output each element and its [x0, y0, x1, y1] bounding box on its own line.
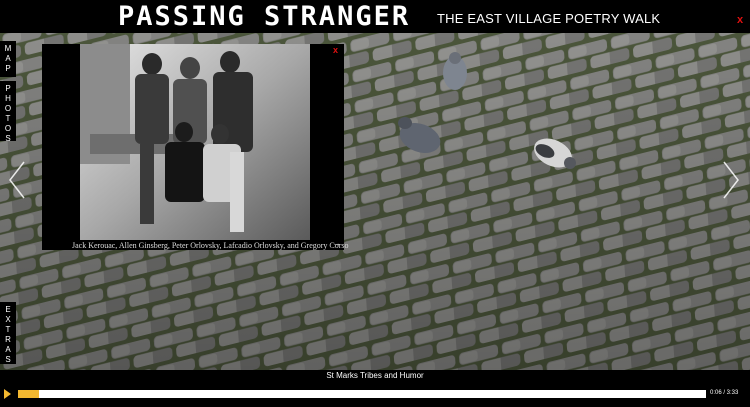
popup-close-icon[interactable]: x: [333, 45, 338, 55]
photo-caption: Jack Kerouac, Allen Ginsberg, Peter Orlo…: [72, 241, 349, 250]
historical-photo: [80, 44, 310, 240]
tab-extras[interactable]: EXTRAS: [0, 302, 16, 365]
arrow-right-icon[interactable]: →: [332, 238, 341, 248]
tab-map[interactable]: MAP: [0, 41, 16, 77]
time-display: 0:06 / 3:33: [710, 390, 739, 396]
tab-photos[interactable]: PHOTOS: [0, 81, 16, 144]
tab-extras-label: EXTRAS: [3, 305, 13, 365]
site-subtitle: THE EAST VILLAGE POETRY WALK: [437, 11, 661, 26]
site-logo[interactable]: PASSING STRANGER: [118, 2, 410, 32]
track-title: St Marks Tribes and Humor: [326, 371, 424, 380]
chevron-left-icon[interactable]: [8, 160, 26, 207]
close-icon[interactable]: x: [737, 14, 743, 26]
progress-fill: [18, 390, 39, 398]
play-icon[interactable]: [4, 389, 11, 399]
tab-photos-label: PHOTOS: [3, 84, 13, 144]
tab-map-label: MAP: [3, 44, 13, 74]
chevron-right-icon[interactable]: [722, 160, 740, 207]
progress-bar[interactable]: [18, 390, 706, 398]
